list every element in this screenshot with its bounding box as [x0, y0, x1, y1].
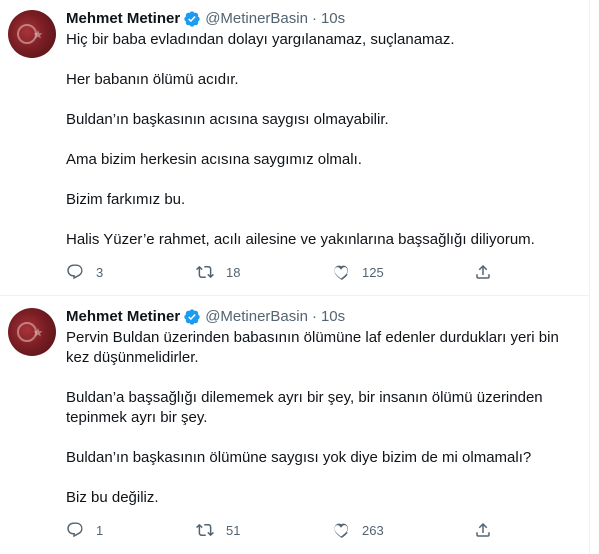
- reply-icon: [67, 264, 83, 280]
- retweet-button[interactable]: 51: [196, 521, 332, 539]
- tweet-paragraph: Pervin Buldan üzerinden babasının ölümün…: [66, 329, 559, 366]
- like-button[interactable]: 263: [332, 521, 474, 539]
- tweet-paragraph: Hiç bir baba evladından dolayı yargılana…: [66, 31, 455, 48]
- reply-button[interactable]: 3: [66, 263, 196, 281]
- flag-icon: [17, 24, 43, 44]
- tweet-header: Mehmet Metiner @MetinerBasin · 10s: [66, 306, 579, 328]
- avatar[interactable]: [8, 308, 56, 356]
- tweet-paragraph: Biz bu değiliz.: [66, 489, 159, 506]
- tweet-actions: 1 51 263: [66, 521, 529, 539]
- tweet-paragraph: Bizim farkımız bu.: [66, 191, 186, 208]
- separator-dot: ·: [311, 308, 317, 325]
- share-icon: [476, 264, 490, 279]
- like-count: 263: [362, 522, 384, 538]
- like-icon: [334, 523, 348, 538]
- tweet-text: Pervin Buldan üzerinden babasının ölümün…: [66, 328, 579, 508]
- author-handle[interactable]: @MetinerBasin: [205, 306, 308, 328]
- verified-badge-icon: [183, 10, 201, 28]
- tweet-paragraph: Buldan’ın başkasının acısına saygısı olm…: [66, 111, 389, 128]
- avatar-column: [8, 306, 66, 554]
- like-button[interactable]: 125: [332, 263, 474, 281]
- tweet-timestamp[interactable]: 10s: [321, 8, 345, 30]
- tweet-text: Hiç bir baba evladından dolayı yargılana…: [66, 30, 579, 250]
- reply-button[interactable]: 1: [66, 521, 196, 539]
- like-count: 125: [362, 264, 384, 280]
- retweet-count: 18: [226, 264, 241, 280]
- timeline: Mehmet Metiner @MetinerBasin · 10s Hiç b…: [0, 0, 590, 554]
- separator-dot: ·: [311, 10, 317, 27]
- share-button[interactable]: [474, 521, 492, 539]
- reply-count: 3: [96, 264, 104, 280]
- avatar[interactable]: [8, 10, 56, 58]
- retweet-icon: [196, 265, 214, 279]
- verified-badge-icon: [183, 308, 201, 326]
- reply-count: 1: [96, 522, 104, 538]
- tweet-content: Mehmet Metiner @MetinerBasin · 10s Hiç b…: [66, 8, 579, 295]
- tweet[interactable]: Mehmet Metiner @MetinerBasin · 10s Hiç b…: [0, 0, 589, 296]
- tweet-header: Mehmet Metiner @MetinerBasin · 10s: [66, 8, 579, 30]
- tweet-paragraph: Ama bizim herkesin acısına saygımız olma…: [66, 151, 362, 168]
- author-handle[interactable]: @MetinerBasin: [205, 8, 308, 30]
- author-name[interactable]: Mehmet Metiner: [66, 306, 180, 328]
- tweet-content: Mehmet Metiner @MetinerBasin · 10s Pervi…: [66, 306, 579, 554]
- flag-icon: [17, 322, 43, 342]
- retweet-button[interactable]: 18: [196, 263, 332, 281]
- tweet-actions: 3 18 125: [66, 263, 529, 281]
- tweet[interactable]: Mehmet Metiner @MetinerBasin · 10s Pervi…: [0, 296, 589, 554]
- like-icon: [334, 265, 348, 280]
- tweet-paragraph: Buldan’a başsağlığı dilememek ayrı bir ş…: [66, 389, 543, 426]
- tweet-paragraph: Buldan’ın başkasının ölümüne saygısı yok…: [66, 449, 532, 466]
- tweet-paragraph: Her babanın ölümü acıdır.: [66, 71, 239, 88]
- tweet-timestamp[interactable]: 10s: [321, 306, 345, 328]
- tweet-paragraph: Halis Yüzer’e rahmet, acılı ailesine ve …: [66, 231, 535, 248]
- author-name[interactable]: Mehmet Metiner: [66, 8, 180, 30]
- share-button[interactable]: [474, 263, 492, 281]
- avatar-column: [8, 8, 66, 295]
- reply-icon: [67, 522, 83, 538]
- retweet-icon: [196, 523, 214, 537]
- retweet-count: 51: [226, 522, 241, 538]
- share-icon: [476, 522, 490, 537]
